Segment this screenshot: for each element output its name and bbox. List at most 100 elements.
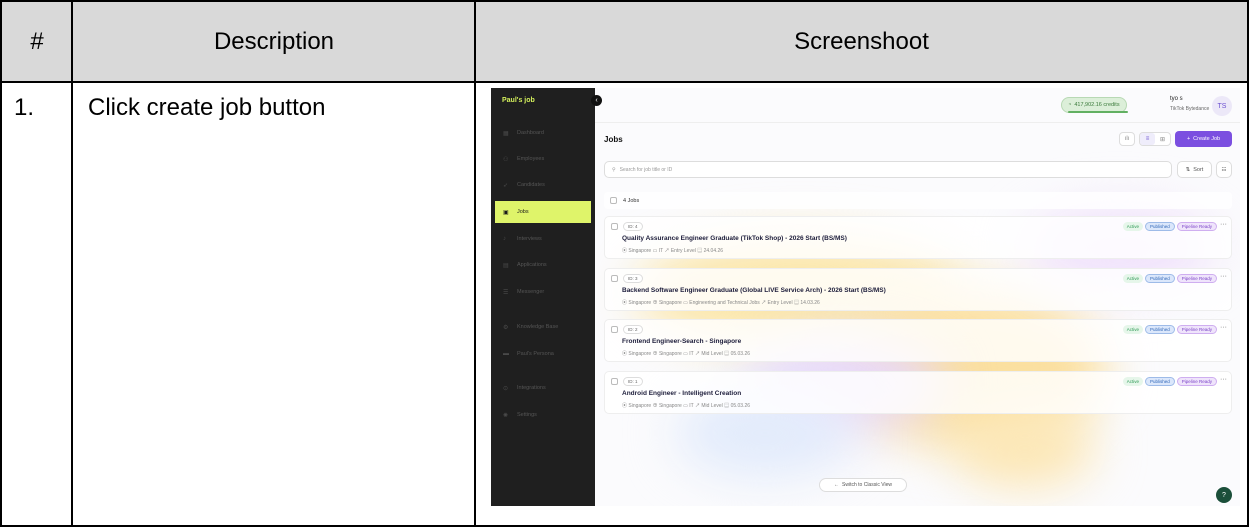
sidebar-item-integrations[interactable]: ⊙ Integrations: [495, 377, 591, 399]
user-icon: ⚇: [503, 156, 509, 163]
job-title[interactable]: Backend Software Engineer Graduate (Glob…: [622, 287, 886, 294]
job-count-row: 4 Jobs: [604, 192, 1232, 209]
status-badge-published: Published: [1144, 222, 1175, 231]
sidebar-item-label: Interviews: [517, 236, 542, 242]
job-card[interactable]: ID: 2 Frontend Engineer-Search - Singapor…: [604, 319, 1232, 362]
help-chat-icon[interactable]: ?: [1216, 487, 1232, 503]
create-job-button[interactable]: + Create Job: [1175, 131, 1232, 147]
header-description: Description: [213, 28, 335, 55]
search-placeholder: Search for job title or ID: [619, 166, 673, 173]
sidebar-item-candidates[interactable]: ➶ Candidates: [495, 174, 591, 196]
more-options-icon[interactable]: ···: [1220, 324, 1227, 331]
sidebar-item-label: Messenger: [517, 289, 545, 295]
sidebar-item-label: Integrations: [517, 385, 546, 391]
user-name: tyo s: [1170, 96, 1183, 102]
filters-button[interactable]: ☷: [1216, 161, 1232, 178]
plus-icon: +: [1186, 136, 1191, 142]
search-input[interactable]: ⚲ Search for job title or ID: [604, 161, 1172, 178]
job-title[interactable]: Frontend Engineer-Search - Singapore: [622, 338, 741, 345]
job-badges: Active Published Pipeline Ready: [1122, 325, 1217, 334]
status-badge-pipeline: Pipeline Ready: [1176, 377, 1217, 386]
more-options-icon[interactable]: ···: [1220, 376, 1227, 383]
grid-view-icon[interactable]: ⊞: [1155, 133, 1170, 145]
job-meta: ⦿ Singapore ⊕ Singapore ▭ Engineering an…: [622, 300, 820, 306]
credits-text: 417,902.16 credits: [1074, 102, 1120, 108]
rocket-icon: ➶: [503, 182, 509, 189]
chart-view-icon[interactable]: ılı: [1119, 132, 1135, 146]
sidebar-item-label: Applications: [517, 262, 547, 268]
sidebar-item-applications[interactable]: ▤ Applications: [495, 254, 591, 276]
job-checkbox[interactable]: [611, 223, 618, 230]
sidebar-item-jobs[interactable]: ▣ Jobs: [495, 201, 591, 223]
status-badge-active: Active: [1122, 377, 1143, 386]
job-meta: ⦿ Singapore ⊕ Singapore ▭ IT ↗ Mid Level…: [622, 403, 751, 409]
job-badges: Active Published Pipeline Ready: [1122, 274, 1217, 283]
search-icon: ⚲: [612, 166, 616, 173]
status-badge-active: Active: [1122, 325, 1143, 334]
list-view-icon[interactable]: ≡: [1140, 133, 1155, 145]
sidebar-item-paul-s-persona[interactable]: ▬ Paul's Persona: [495, 343, 591, 365]
header-divider: [595, 122, 1240, 123]
job-card[interactable]: ID: 3 Backend Software Engineer Graduate …: [604, 268, 1232, 311]
app-screenshot: Paul's job ▦ Dashboard ⚇ Employees ➶ Candidat…: [491, 88, 1240, 506]
job-checkbox[interactable]: [611, 326, 618, 333]
chevron-left-icon[interactable]: ‹: [591, 95, 602, 106]
status-badge-published: Published: [1144, 274, 1175, 283]
sidebar-item-label: Candidates: [517, 182, 545, 188]
more-options-icon[interactable]: ···: [1220, 273, 1227, 280]
sort-button[interactable]: ⇅ Sort: [1177, 161, 1212, 178]
sort-icon: ⇅: [1185, 166, 1191, 173]
header-number: #: [30, 28, 44, 55]
job-card[interactable]: ID: 4 Quality Assurance Engineer Graduate…: [604, 216, 1232, 259]
mic-icon: ♪: [503, 236, 506, 242]
create-job-label: Create Job: [1193, 136, 1221, 142]
row-divider: [2, 81, 1247, 83]
sidebar-item-dashboard[interactable]: ▦ Dashboard: [495, 122, 591, 144]
job-id: ID: 4: [623, 222, 643, 231]
job-id: ID: 3: [623, 274, 643, 283]
job-card[interactable]: ID: 1 Android Engineer - Intelligent Crea…: [604, 371, 1232, 414]
status-badge-active: Active: [1122, 222, 1143, 231]
main-content: ◔ 417,902.16 credits tyo s TikTok Byteda…: [595, 88, 1240, 506]
message-icon: ☰: [503, 289, 509, 296]
status-badge-active: Active: [1122, 274, 1143, 283]
job-title[interactable]: Android Engineer - Intelligent Creation: [622, 390, 741, 397]
job-id: ID: 2: [623, 325, 643, 334]
job-title[interactable]: Quality Assurance Engineer Graduate (Tik…: [622, 235, 847, 242]
id-card-icon: ▬: [503, 351, 509, 357]
sidebar-item-label: Knowledge Base: [517, 324, 559, 330]
sidebar-item-interviews[interactable]: ♪ Interviews: [495, 228, 591, 250]
switch-classic-view-button[interactable]: ← Switch to Classic View: [819, 478, 907, 492]
job-checkbox[interactable]: [611, 378, 618, 385]
job-meta: ⦿ Singapore ⊕ Singapore ▭ IT ↗ Mid Level…: [622, 351, 751, 357]
status-badge-published: Published: [1144, 377, 1175, 386]
job-checkbox[interactable]: [611, 275, 618, 282]
avatar[interactable]: TS: [1212, 96, 1232, 116]
job-meta: ⦿ Singapore ▭ IT ↗ Entry Level ▤ 24.04.2…: [622, 248, 724, 254]
job-badges: Active Published Pipeline Ready: [1122, 222, 1217, 231]
more-options-icon[interactable]: ···: [1220, 221, 1227, 228]
settings-icon: ✺: [503, 412, 509, 419]
filter-icon: ☷: [1221, 166, 1227, 173]
job-id: ID: 1: [623, 377, 643, 386]
sidebar-item-messenger[interactable]: ☰ Messenger: [495, 281, 591, 303]
sidebar: Paul's job ▦ Dashboard ⚇ Employees ➶ Candidat…: [491, 88, 595, 506]
status-badge-published: Published: [1144, 325, 1175, 334]
status-badge-pipeline: Pipeline Ready: [1176, 325, 1217, 334]
sidebar-item-label: Paul's Persona: [517, 351, 554, 357]
credits-bar: [1068, 111, 1128, 113]
sidebar-item-settings[interactable]: ✺ Settings: [495, 404, 591, 426]
row-number: 1.: [14, 94, 35, 121]
user-org: TikTok Bytedance: [1170, 106, 1210, 112]
select-all-checkbox[interactable]: [610, 197, 617, 204]
sort-label: Sort: [1193, 166, 1204, 173]
arrow-left-icon: ←: [834, 482, 840, 488]
sidebar-item-label: Jobs: [517, 209, 529, 215]
sidebar-item-employees[interactable]: ⚇ Employees: [495, 148, 591, 170]
sidebar-item-knowledge-base[interactable]: ⚙ Knowledge Base: [495, 316, 591, 338]
page-title: Jobs: [604, 135, 623, 144]
app-logo: Paul's job: [502, 97, 535, 104]
status-badge-pipeline: Pipeline Ready: [1176, 222, 1217, 231]
gear-icon: ⚙: [503, 324, 509, 331]
sidebar-item-label: Dashboard: [517, 130, 544, 136]
